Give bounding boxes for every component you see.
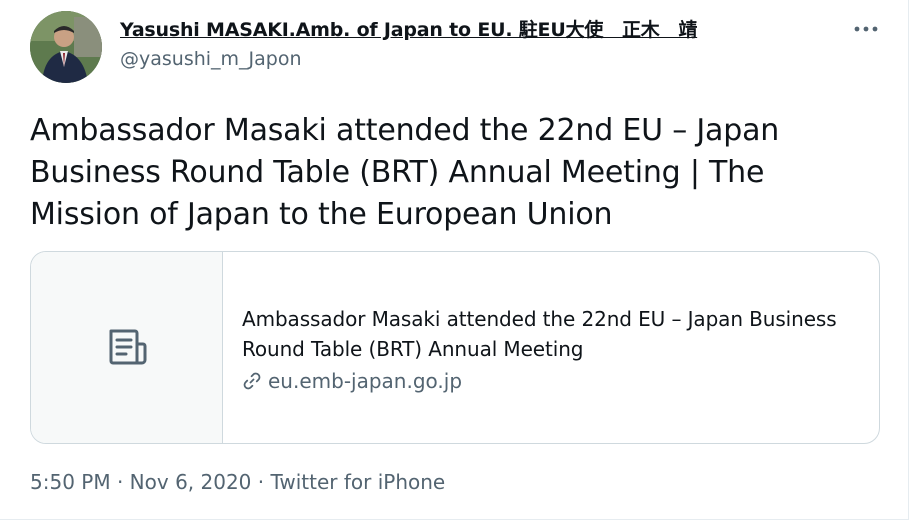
tweet-source-link[interactable]: Twitter for iPhone: [270, 470, 445, 494]
tweet: Yasushi MASAKI.Amb. of Japan to EU. 駐EU大…: [0, 0, 909, 520]
document-icon: [109, 329, 146, 364]
avatar[interactable]: [30, 11, 102, 83]
author-handle[interactable]: @yasushi_m_Japon: [120, 48, 302, 70]
more-options-button[interactable]: [851, 16, 881, 42]
meta-separator: ·: [251, 470, 271, 494]
author-display-name[interactable]: Yasushi MASAKI.Amb. of Japan to EU. 駐EU大…: [120, 15, 697, 42]
card-title: Ambassador Masaki attended the 22nd EU –…: [242, 307, 837, 361]
tweet-text: Ambassador Masaki attended the 22nd EU –…: [30, 113, 780, 232]
link-card[interactable]: Ambassador Masaki attended the 22nd EU –…: [30, 251, 880, 444]
card-domain: eu.emb-japan.go.jp: [268, 369, 463, 393]
tweet-time: 5:50 PM: [30, 470, 111, 494]
avatar-photo: [30, 11, 102, 83]
tweet-timestamp-link[interactable]: 5:50 PM · Nov 6, 2020: [30, 470, 251, 494]
link-icon: [242, 371, 262, 391]
meta-separator: ·: [110, 470, 130, 494]
card-domain-row: eu.emb-japan.go.jp: [242, 368, 862, 394]
card-body: Ambassador Masaki attended the 22nd EU –…: [242, 304, 862, 394]
tweet-meta: 5:50 PM · Nov 6, 2020 · Twitter for iPho…: [30, 470, 445, 494]
tweet-date: Nov 6, 2020: [129, 470, 252, 494]
more-icon: [854, 26, 878, 32]
card-thumbnail: [31, 252, 223, 443]
